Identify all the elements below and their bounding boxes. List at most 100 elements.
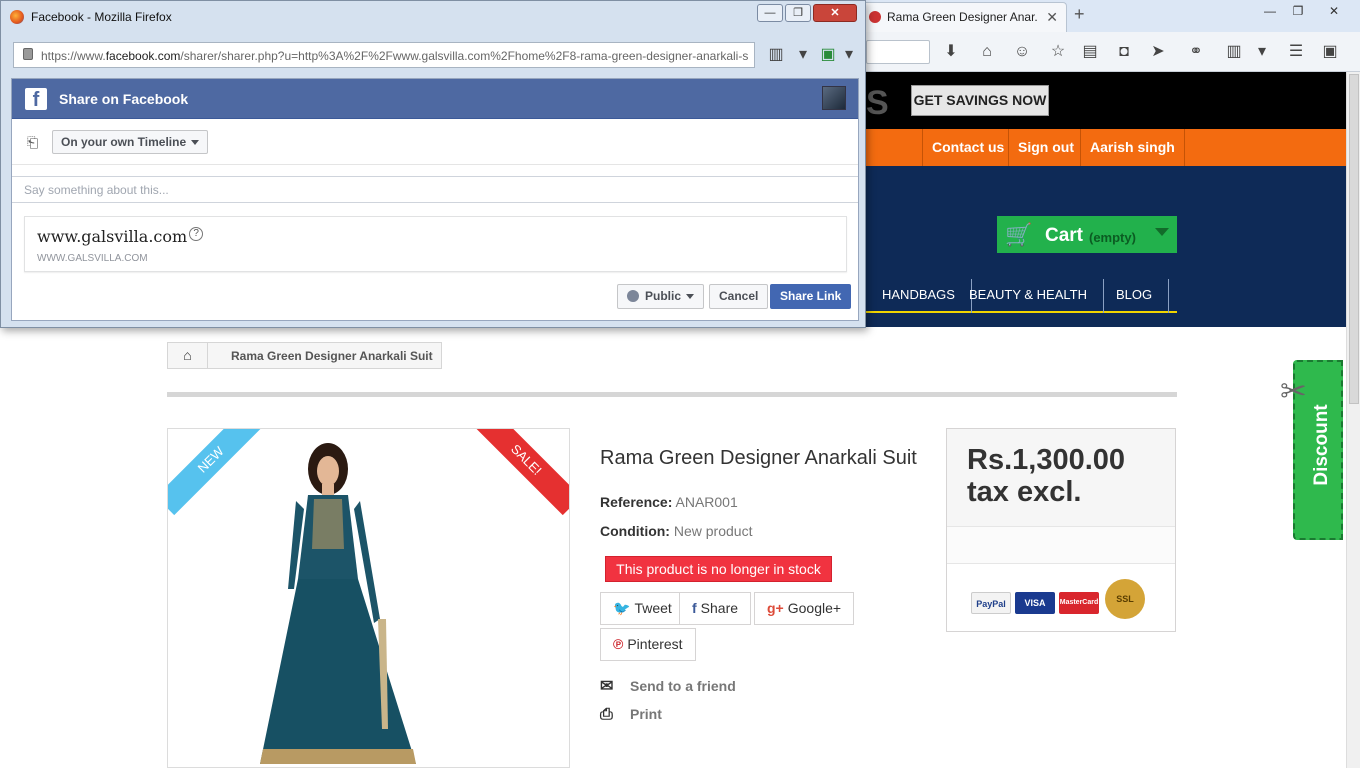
lock-icon	[23, 48, 33, 60]
popup-minimize-button[interactable]: —	[757, 4, 783, 22]
price-amount: Rs.1,300.00	[967, 444, 1126, 476]
url-path: /sharer/sharer.php?u=http%3A%2F%2Fwww.ga…	[180, 49, 749, 63]
link-preview-title: www.galsvilla.com?	[37, 227, 204, 246]
caret-down-icon	[191, 140, 200, 146]
ssl-badge: SSL	[1105, 579, 1145, 619]
chevron-down-icon[interactable]: ▾	[793, 45, 813, 65]
share-icon[interactable]: ⚭	[1186, 42, 1206, 62]
home-icon[interactable]: ⌂	[977, 42, 997, 62]
product-title: Rama Green Designer Anarkali Suit	[600, 447, 917, 469]
popup-url-bar[interactable]: https://www.facebook.com/sharer/sharer.p…	[13, 42, 755, 68]
share-destination-select[interactable]: On your own Timeline	[52, 130, 209, 154]
scrollbar-thumb[interactable]	[1349, 74, 1359, 404]
send-icon[interactable]: ➤	[1148, 42, 1168, 62]
new-tab-button[interactable]: +	[1074, 4, 1085, 25]
link-title-text: www.galsvilla.com	[37, 227, 188, 246]
visa-logo: VISA	[1015, 592, 1055, 614]
globe-icon	[627, 290, 639, 302]
avatar[interactable]	[822, 86, 846, 110]
send-to-friend-label: Send to a friend	[630, 678, 736, 694]
contact-us-link[interactable]: Contact us	[922, 129, 1013, 166]
facebook-share-dialog: f Share on Facebook ⎗ On your own Timeli…	[11, 78, 859, 321]
tweet-label: Tweet	[634, 600, 672, 616]
scissors-icon: ✂	[1280, 373, 1307, 409]
caret-down-icon	[686, 294, 695, 300]
pinterest-label: Pinterest	[627, 636, 683, 652]
reader-icon[interactable]: ▤	[1080, 42, 1100, 62]
google-plus-icon: g+	[767, 600, 784, 616]
browser-tab[interactable]: Rama Green Designer Anar... ✕	[862, 2, 1067, 32]
send-to-friend-link[interactable]: ✉ Send to a friend	[600, 676, 736, 696]
extension-icon[interactable]: ▣	[1320, 42, 1340, 62]
cart-label: Cart	[1045, 225, 1084, 246]
privacy-selector-button[interactable]: Public	[617, 284, 705, 309]
chevron-down-icon[interactable]: ▾	[839, 45, 859, 65]
help-icon[interactable]: ?	[189, 227, 204, 241]
menu-item-blog[interactable]: BLOG	[1100, 279, 1170, 313]
reference-value: ANAR001	[675, 494, 738, 510]
facebook-icon: f	[692, 600, 697, 616]
popup-maximize-button[interactable]: ❐	[785, 4, 811, 22]
site-favicon-icon	[869, 11, 881, 23]
price-tax-note: tax excl.	[967, 476, 1082, 508]
price-separator	[947, 526, 1175, 564]
download-icon[interactable]: ⬇	[941, 42, 961, 62]
pinterest-button[interactable]: ℗ Pinterest	[600, 628, 696, 661]
cart-icon: 🛒	[1005, 222, 1033, 247]
facebook-share-popup: Facebook - Mozilla Firefox — ❐ ✕ https:/…	[0, 0, 866, 328]
link-preview-card[interactable]: www.galsvilla.com? WWW.GALSVILLA.COM	[24, 216, 847, 272]
account-link[interactable]: Aarish singh	[1080, 129, 1185, 166]
envelope-icon: ✉	[600, 678, 614, 695]
facebook-logo-icon: f	[25, 88, 47, 111]
menu-item-beauty-health[interactable]: BEAUTY & HEALTH	[953, 279, 1104, 313]
price-box: Rs.1,300.00 tax excl. PayPal VISA Master…	[946, 428, 1176, 632]
site-logo[interactable]: S	[866, 84, 889, 123]
main-menu: HANDBAGS BEAUTY & HEALTH BLOG	[866, 279, 1177, 313]
close-window-button[interactable]: ✕	[1320, 2, 1348, 20]
divider	[167, 392, 1177, 397]
minimize-button[interactable]: —	[1256, 2, 1284, 20]
smiley-icon[interactable]: ☺	[1012, 42, 1032, 62]
link-preview-host: WWW.GALSVILLA.COM	[37, 253, 148, 264]
pinterest-icon: ℗	[613, 636, 624, 652]
cart-button[interactable]: 🛒 Cart (empty)	[997, 216, 1177, 253]
breadcrumb: ⌂ Rama Green Designer Anarkali Suit	[167, 342, 442, 369]
facebook-share-button[interactable]: f Share	[679, 592, 752, 625]
chevron-down-icon[interactable]: ▾	[1252, 42, 1272, 62]
cancel-button[interactable]: Cancel	[709, 284, 769, 309]
home-icon[interactable]: ⌂	[168, 343, 208, 368]
tab-close-icon[interactable]: ✕	[1046, 9, 1058, 26]
message-input[interactable]: Say something about this...	[12, 176, 858, 203]
page-scrollbar[interactable]	[1346, 72, 1360, 768]
popup-close-button[interactable]: ✕	[813, 4, 857, 22]
dialog-header: f Share on Facebook	[12, 79, 858, 119]
menu-icon[interactable]: ☰	[1286, 42, 1306, 62]
privacy-label: Public	[645, 289, 682, 303]
product-image[interactable]: NEW SALE!	[167, 428, 570, 768]
share-link-button[interactable]: Share Link	[770, 284, 852, 309]
audience-row: ⎗ On your own Timeline	[12, 119, 858, 165]
url-prefix: https://www.	[41, 49, 106, 63]
popup-window-title: Facebook - Mozilla Firefox	[31, 10, 172, 24]
price-area: Rs.1,300.00 tax excl.	[947, 429, 1175, 526]
maximize-button[interactable]: ❐	[1284, 2, 1312, 20]
sign-out-link[interactable]: Sign out	[1008, 129, 1083, 166]
out-of-stock-badge: This product is no longer in stock	[605, 556, 832, 582]
tweet-button[interactable]: 🐦 Tweet	[600, 592, 685, 625]
clipboard-icon[interactable]: ▥	[766, 45, 786, 65]
screen: Rama Green Designer Anar... ✕ + — ❐ ✕ ⬇ …	[0, 0, 1360, 768]
clipboard-icon[interactable]: ▥	[1224, 42, 1244, 62]
pocket-icon[interactable]: ◘	[1114, 42, 1134, 62]
search-input[interactable]	[866, 40, 930, 64]
google-plus-button[interactable]: g+ Google+	[754, 592, 855, 625]
paypal-logo: PayPal	[971, 592, 1011, 614]
popup-url: https://www.facebook.com/sharer/sharer.p…	[41, 49, 753, 63]
condition-label: Condition:	[600, 523, 670, 539]
product-price: Rs.1,300.00 tax excl.	[967, 444, 1125, 508]
get-savings-button[interactable]: GET SAVINGS NOW	[911, 85, 1049, 116]
print-link[interactable]: ⎙ Print	[600, 706, 662, 724]
condition-value: New product	[673, 523, 753, 539]
bookmark-star-icon[interactable]: ☆	[1048, 42, 1068, 62]
extension-icon[interactable]: ▣	[818, 45, 838, 65]
mastercard-logo: MasterCard	[1059, 592, 1099, 614]
